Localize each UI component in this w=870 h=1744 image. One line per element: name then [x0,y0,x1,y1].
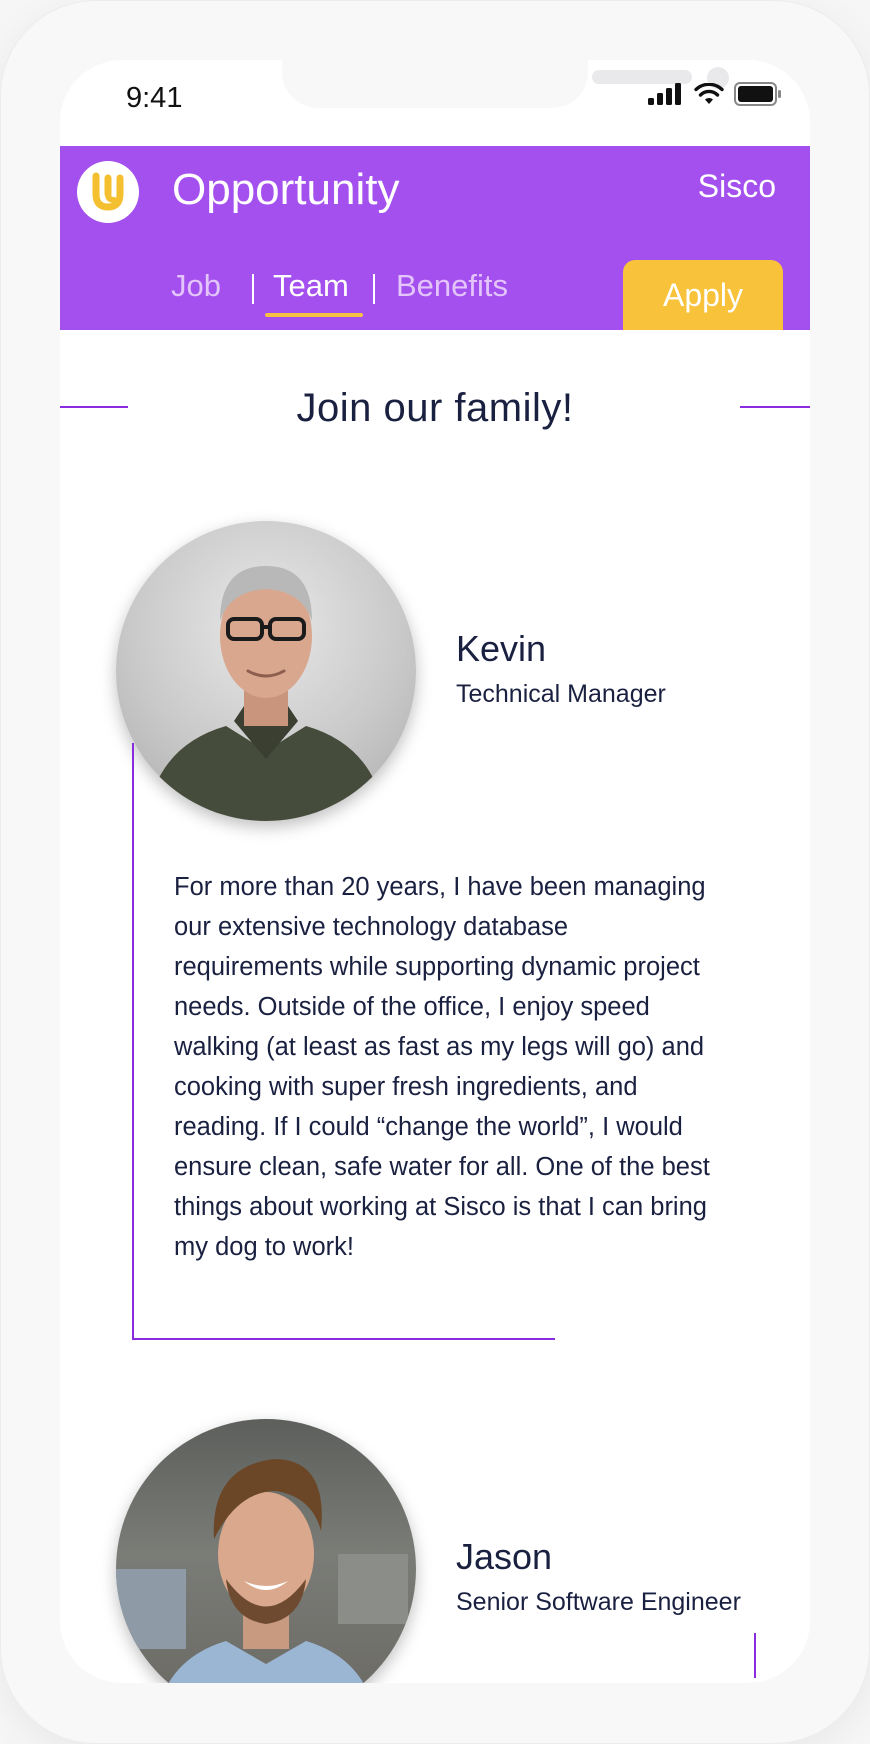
tab-separator [373,274,375,304]
section-title: Join our family! [296,386,574,430]
avatar-jason [116,1419,416,1683]
company-name: Sisco [697,168,776,204]
phone-frame: 9:41 Opportunity Sisco Job Team Benefits… [0,0,870,1744]
portrait-kevin [146,566,386,821]
member-role: Senior Software Engineer [456,1588,741,1616]
tab-benefits[interactable]: Benefits [396,268,508,304]
member-name: Jason [456,1536,553,1577]
tab-separator [252,274,254,304]
member-name: Kevin [456,628,547,669]
phone-screen: 9:41 Opportunity Sisco Job Team Benefits… [60,60,810,1683]
active-tab-indicator [265,313,363,317]
card-border-left [132,743,134,1340]
avatar-kevin [116,521,416,821]
wifi-icon [694,83,724,104]
member-role: Technical Manager [456,680,666,708]
battery-icon [734,82,781,106]
status-time: 9:41 [126,82,183,114]
signal-icon [648,83,681,105]
u-logo-icon[interactable] [77,161,139,223]
status-icons [648,82,782,106]
notch [282,60,729,108]
tab-team[interactable]: Team [273,268,349,304]
app-title: Opportunity [172,165,400,214]
portrait-jason [116,1459,408,1683]
app-header: Opportunity Sisco Job Team Benefits Appl… [60,146,810,330]
card-border-bottom [132,1338,555,1340]
card-border-right [754,1633,756,1678]
member-bio: For more than 20 years, I have been mana… [174,873,710,1261]
tab-job[interactable]: Job [171,268,221,304]
apply-button[interactable]: Apply [623,260,783,330]
